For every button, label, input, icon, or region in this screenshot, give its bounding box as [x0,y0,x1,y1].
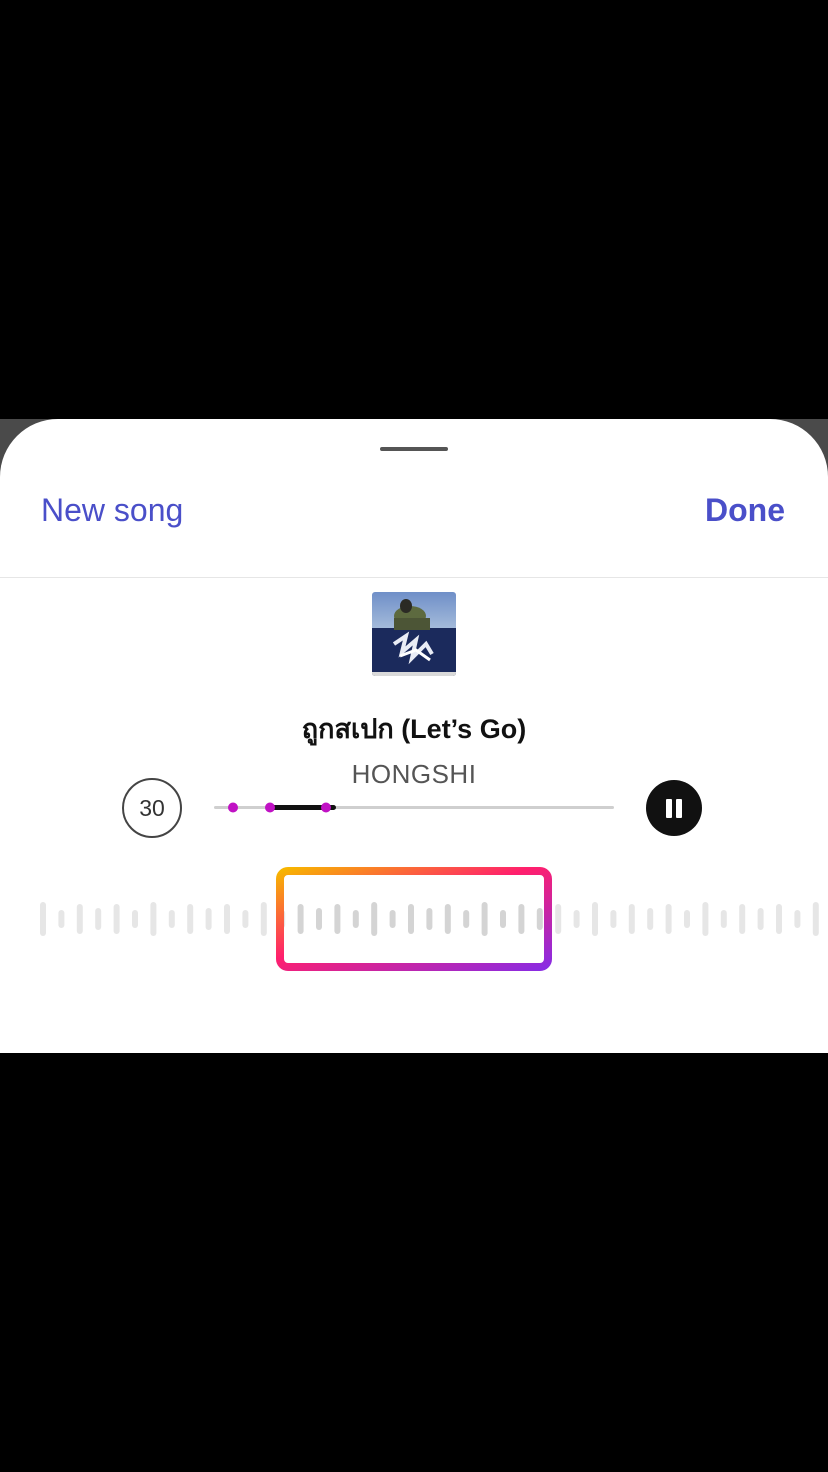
waveform-bar [371,902,378,936]
waveform-bar [555,904,562,934]
audio-waveform-selector[interactable] [0,867,828,977]
waveform-bar [113,904,120,934]
waveform-bar [610,910,617,928]
waveform-bar [316,908,322,930]
waveform-bar [481,902,488,936]
album-cover-image [372,592,456,676]
waveform-bar [260,902,267,936]
scrubber-range-end-marker[interactable] [321,802,331,813]
sheet-grabber-handle[interactable] [380,447,448,451]
waveform-bar [76,904,83,934]
waveform-bar [40,902,46,936]
waveform-bar [794,910,801,928]
waveform-bar [647,908,654,930]
done-button[interactable]: Done [705,492,785,529]
waveform-bar [132,910,138,928]
waveform-bar [536,908,543,930]
waveform-bar [628,904,635,934]
scrubber-marker [228,802,238,813]
music-editor-sheet: New song Done ถูกสเปก (Let’s Go) HONGSHI… [0,419,828,1053]
waveform-bar [187,904,194,934]
waveform-bar [58,910,65,928]
waveform-bar [168,910,175,928]
waveform-bar [224,904,230,934]
clip-duration-button[interactable]: 30 [122,778,182,838]
new-song-button[interactable]: New song [41,492,183,529]
pause-button[interactable] [646,780,702,836]
waveform-bar [573,910,580,928]
song-position-scrubber[interactable] [214,795,614,819]
waveform-bar [150,902,157,936]
waveform-bar [444,904,451,934]
waveform-bar [408,904,414,934]
waveform-bar [684,910,690,928]
pause-icon [664,798,684,818]
album-art-graphic [372,592,456,676]
waveform-bar [776,904,782,934]
song-title: ถูกสเปก (Let’s Go) [301,714,527,744]
waveform-bar [297,904,304,934]
scrubber-range-start-marker[interactable] [265,802,275,813]
waveform-bar [592,902,598,936]
clip-duration-label: 30 [139,794,165,821]
waveform-bar [518,904,525,934]
waveform-bar [389,910,396,928]
waveform-bar [720,910,727,928]
waveform-bar [205,908,212,930]
waveform-bar [352,910,359,928]
waveform-bars [40,902,819,936]
artist-name: HONGSHI [351,759,477,789]
waveform-bar [242,910,249,928]
header-divider [0,577,828,578]
waveform-bar [463,910,470,928]
waveform-bar [757,908,764,930]
waveform-bar [739,904,746,934]
video-preview-area [0,0,828,419]
waveform-bar [702,902,709,936]
waveform-bar [665,904,672,934]
waveform-bar [500,910,506,928]
waveform-bar [95,908,102,930]
waveform-bar [812,902,819,936]
waveform-bar [334,904,341,934]
waveform-bar [426,908,433,930]
bottom-black-area [0,1053,828,1472]
